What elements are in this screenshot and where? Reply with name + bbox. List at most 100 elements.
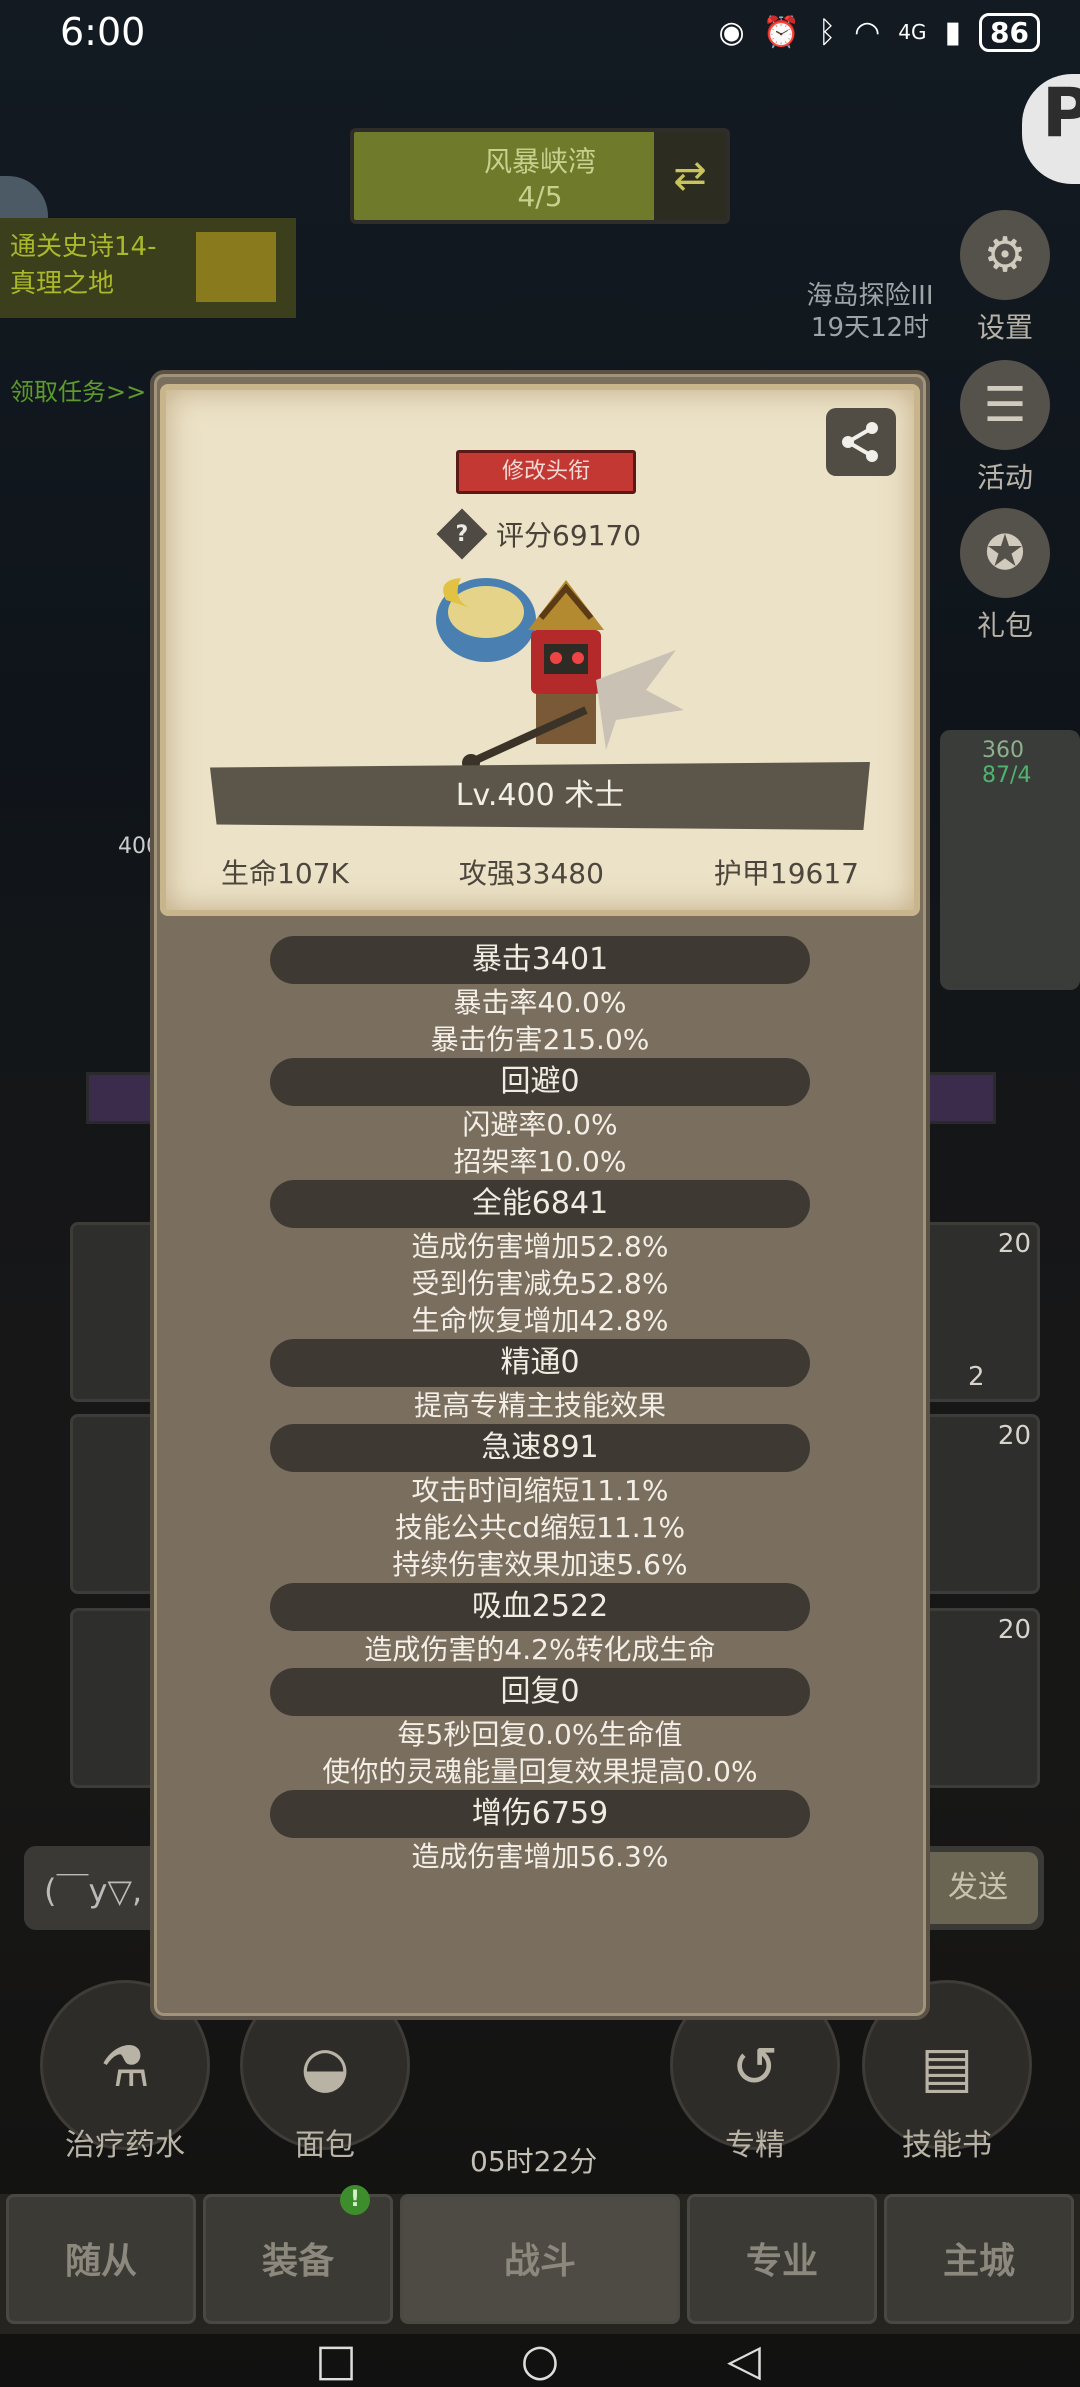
gift-label: 礼包 (976, 609, 1033, 642)
clock: 6:00 (60, 10, 146, 54)
home-icon[interactable]: ○ (518, 2338, 562, 2383)
skill-slot[interactable] (70, 1608, 160, 1788)
stat-group-crit: 暴击3401 暴击率40.0% 暴击伤害215.0% (150, 936, 930, 1058)
skill-slot[interactable]: 20 (920, 1414, 1040, 1594)
island-event-timer: 19天12时 (810, 313, 930, 343)
stat-header: 暴击3401 (270, 936, 810, 984)
gift-icon: ✪ (960, 508, 1050, 598)
system-nav-bar: □ ○ ◁ (0, 2334, 1080, 2387)
slot-level: 2 (968, 1362, 985, 1392)
tab-followers[interactable]: 随从 (6, 2194, 196, 2324)
stat-line: 闪避率0.0% (462, 1108, 618, 1141)
notification-badge: ! (340, 2185, 370, 2215)
stat-line: 攻击时间缩短11.1% (411, 1474, 669, 1507)
item-label: 专精 (725, 2128, 785, 2163)
level-class-banner: Lv.400 术士 (210, 762, 870, 830)
stat-line: 持续伤害效果加速5.6% (392, 1548, 688, 1581)
stat-group-versatility: 全能6841 造成伤害增加52.8% 受到伤害减免52.8% 生命恢复增加42.… (150, 1180, 930, 1339)
chat-text: (￣y▽, (44, 1872, 143, 1910)
recents-icon[interactable]: □ (314, 2338, 358, 2383)
stat-header: 回避0 (270, 1058, 810, 1106)
signal-icon: ▮ (944, 14, 962, 50)
share-button[interactable] (826, 408, 896, 476)
stats-list: 暴击3401 暴击率40.0% 暴击伤害215.0% 回避0 闪避率0.0% 招… (150, 936, 930, 1875)
item-label: 面包 (295, 2128, 355, 2163)
bluetooth-icon: ᛒ (818, 14, 837, 50)
stat-header: 急速891 (270, 1424, 810, 1472)
send-button[interactable]: 发送 (918, 1852, 1038, 1924)
quest-title: 通关史诗14- 真理之地 (10, 232, 157, 299)
settings-button[interactable]: ⚙ 设置 (950, 210, 1060, 346)
scroll-icon: ☰ (960, 360, 1050, 450)
attack-stat: 攻强33480 (458, 857, 604, 890)
stat-line: 生命恢复增加42.8% (411, 1304, 669, 1337)
map-indicator[interactable]: 风暴峡湾 4/5 ⇄ (350, 128, 730, 224)
hp-counter: 360 87/4 (982, 738, 1032, 788)
activity-label: 活动 (976, 461, 1033, 494)
stat-header: 全能6841 (270, 1180, 810, 1228)
alarm-icon: ⏰ (762, 14, 801, 50)
hp-stat: 生命107K (221, 857, 349, 890)
stat-line: 受到伤害减免52.8% (411, 1267, 669, 1300)
stat-line: 招架率10.0% (453, 1145, 627, 1178)
gear-icon: ⚙ (960, 210, 1050, 300)
skill-slot[interactable] (70, 1414, 160, 1594)
stat-group-mastery: 精通0 提高专精主技能效果 (150, 1339, 930, 1424)
score-row: ? 评分69170 (436, 508, 642, 560)
stat-header: 精通0 (270, 1339, 810, 1387)
stat-header: 吸血2522 (270, 1583, 810, 1631)
gift-button[interactable]: ✪ 礼包 (950, 508, 1060, 644)
armor-stat: 护甲19617 (713, 857, 859, 890)
stat-group-regen: 回复0 每5秒回复0.0%生命值 使你的灵魂能量回复效果提高0.0% (150, 1668, 930, 1790)
status-bar: 6:00 ◉ ⏰ ᛒ ◠ 4G ▮ 86 (0, 0, 1080, 64)
stat-line: 技能公共cd缩短11.1% (394, 1511, 686, 1544)
tab-battle[interactable]: 战斗 (400, 2194, 680, 2324)
tab-profession[interactable]: 专业 (687, 2194, 877, 2324)
swap-icon[interactable]: ⇄ (654, 132, 726, 220)
tab-equipment[interactable]: 装备! (203, 2185, 393, 2324)
stat-line: 提高专精主技能效果 (413, 1389, 666, 1422)
back-icon[interactable]: ◁ (722, 2338, 766, 2383)
slot-level: 20 (997, 1421, 1031, 1451)
chest-timer: 05时22分 (470, 2145, 598, 2178)
skill-slot[interactable] (70, 1222, 160, 1402)
edit-title-button[interactable]: 修改头衔 (456, 450, 636, 494)
stat-line: 造成伤害增加56.3% (411, 1840, 669, 1873)
activity-button[interactable]: ☰ 活动 (950, 360, 1060, 496)
stat-group-leech: 吸血2522 造成伤害的4.2%转化成生命 (150, 1583, 930, 1668)
item-label: 治疗药水 (65, 2128, 185, 2163)
bottom-tab-bar: 随从 装备! 战斗 专业 主城 (0, 2185, 1080, 2334)
score-value: 评分69170 (496, 519, 642, 552)
skill-slot[interactable]: 20 (920, 1608, 1040, 1788)
stat-group-haste: 急速891 攻击时间缩短11.1% 技能公共cd缩短11.1% 持续伤害效果加速… (150, 1424, 930, 1583)
stat-line: 暴击率40.0% (453, 986, 627, 1019)
slot-level: 20 (997, 1615, 1031, 1645)
wifi-icon: ◠ (854, 14, 881, 50)
quest-panel[interactable]: 通关史诗14- 真理之地 (0, 218, 296, 318)
stat-line: 造成伤害的4.2%转化成生命 (364, 1633, 716, 1666)
core-stats: 生命107K 攻强33480 护甲19617 (166, 852, 914, 892)
island-event-name: 海岛探险III (806, 281, 934, 311)
stat-line: 每5秒回复0.0%生命值 (397, 1718, 683, 1751)
stat-line: 使你的灵魂能量回复效果提高0.0% (322, 1755, 758, 1788)
slot-level: 20 (997, 1229, 1031, 1259)
eye-icon: ◉ (718, 14, 745, 50)
battery-level: 86 (979, 12, 1040, 52)
character-stats-modal: 修改头衔 ? 评分69170 Lv.400 术士 生命107K 攻强33480 … (150, 370, 930, 2020)
stat-group-damage-bonus: 增伤6759 造成伤害增加56.3% (150, 1790, 930, 1875)
stat-line: 暴击伤害215.0% (430, 1023, 650, 1056)
item-label: 技能书 (902, 2128, 992, 2163)
tab-main-city[interactable]: 主城 (884, 2194, 1074, 2324)
network-type: 4G (898, 20, 927, 44)
profile-card: 修改头衔 ? 评分69170 Lv.400 术士 生命107K 攻强33480 … (160, 384, 920, 916)
character-avatar (436, 578, 684, 772)
island-event[interactable]: 海岛探险III 19天12时 (780, 210, 960, 344)
quest-link[interactable]: 领取任务>> (10, 372, 146, 407)
settings-label: 设置 (976, 311, 1033, 344)
help-icon[interactable]: ? (436, 508, 488, 560)
trophy-icon (196, 232, 276, 302)
stat-header: 回复0 (270, 1668, 810, 1716)
stat-line: 造成伤害增加52.8% (411, 1230, 669, 1263)
stat-header: 增伤6759 (270, 1790, 810, 1838)
share-icon (842, 422, 878, 462)
